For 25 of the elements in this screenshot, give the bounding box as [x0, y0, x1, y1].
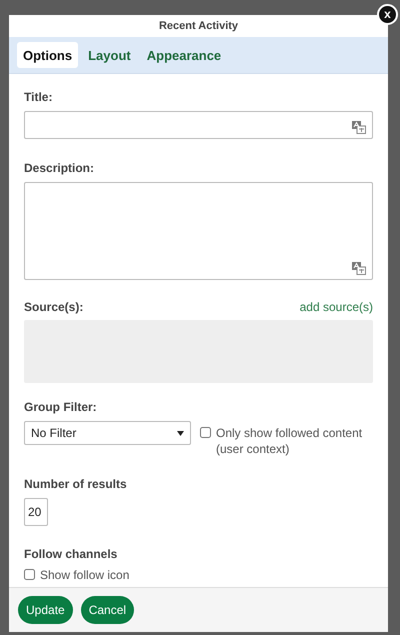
tab[interactable]: Options: [17, 42, 78, 68]
checkbox[interactable]: [24, 569, 35, 580]
tab[interactable]: Appearance: [140, 42, 228, 68]
field-label: Description:: [24, 161, 96, 175]
caret-icon: [177, 430, 184, 436]
cancel-button[interactable]: Cancel: [80, 596, 134, 624]
checkbox-label: Only show followed content (user context): [216, 425, 364, 457]
field-label: Follow channels: [24, 547, 118, 561]
tab[interactable]: Layout: [82, 42, 137, 68]
translate-icon[interactable]: [352, 262, 366, 275]
field-label: Group Filter:: [24, 400, 98, 414]
field-label: Source(s):: [24, 300, 84, 314]
results-input[interactable]: 20: [24, 498, 48, 526]
field-label: Title:: [24, 90, 54, 104]
field-label: Number of results: [24, 477, 128, 491]
group-filter-select[interactable]: No Filter: [24, 421, 191, 445]
translate-icon[interactable]: [352, 121, 366, 134]
description-field[interactable]: [24, 182, 373, 280]
update-button[interactable]: Update: [18, 596, 73, 624]
checkbox[interactable]: [200, 427, 211, 438]
title-field[interactable]: [24, 111, 373, 139]
checkbox-label: Show follow icon: [40, 567, 130, 583]
add-source-link[interactable]: add source(s): [300, 300, 373, 314]
close-button[interactable]: x: [377, 4, 398, 25]
dialog-title: Recent Activity: [158, 20, 238, 32]
